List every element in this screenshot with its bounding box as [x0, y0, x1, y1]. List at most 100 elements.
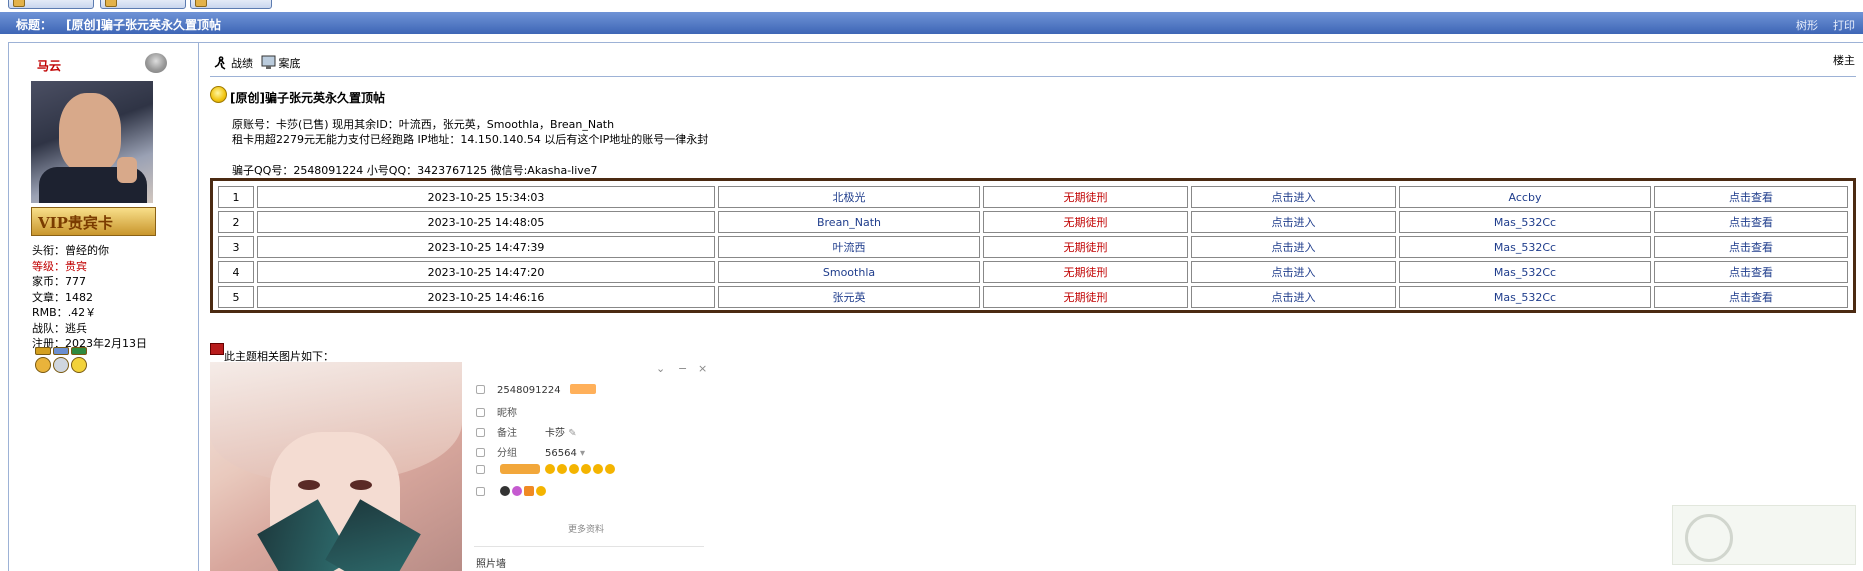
medal-icon — [53, 357, 69, 373]
record-view-link[interactable]: 点击查看 — [1654, 286, 1848, 308]
record-number: 2 — [218, 211, 254, 233]
username[interactable]: 马云 — [37, 57, 61, 74]
top-button-2[interactable] — [100, 0, 186, 9]
record-user-link[interactable]: Smoothla — [718, 261, 980, 283]
record-time: 2023-10-25 14:46:16 — [257, 286, 715, 308]
table-row: 2 2023-10-25 14:48:05 Brean_Nath 无期徒刑 点击进入 Ma… — [218, 211, 1848, 233]
records-grid: 1 2023-10-25 15:34:03 北极光 无期徒刑 点击进入 Accby 点击查看… — [215, 183, 1851, 311]
monitor-icon — [261, 55, 275, 69]
user-posts-row: 文章：1482 — [32, 290, 93, 304]
folder-icon — [13, 0, 25, 7]
gem-icon — [512, 486, 523, 496]
table-row: 3 2023-10-25 14:47:39 叶流西 无期徒刑 点击进入 Mas_532Cc… — [218, 236, 1848, 258]
minimize-icon: − — [678, 362, 688, 375]
record-user-link[interactable]: 北极光 — [718, 186, 980, 208]
note-icon — [476, 428, 485, 437]
user-coins-row: 家币：777 — [32, 275, 86, 288]
print-link[interactable]: 打印 — [1833, 17, 1855, 33]
record-time: 2023-10-25 14:47:39 — [257, 236, 715, 258]
record-number: 1 — [218, 186, 254, 208]
divider — [474, 546, 704, 547]
avatar — [31, 81, 153, 203]
star-icon — [593, 464, 604, 474]
qq-number-row: 2548091224 — [476, 384, 598, 396]
ban-records-table: 1 2023-10-25 15:34:03 北极光 无期徒刑 点击进入 Accby 点击查看… — [210, 178, 1856, 313]
user-rmb-row: RMB：.42￥ — [32, 306, 97, 319]
vip-card-badge: VIP贵宾卡 — [31, 207, 156, 236]
user-level-row: 等级：贵宾 — [32, 259, 87, 273]
smile-icon — [210, 86, 227, 103]
table-row: 4 2023-10-25 14:47:20 Smoothla 无期徒刑 点击进入 Mas_… — [218, 261, 1848, 283]
medal-icon — [35, 357, 51, 373]
qq-nickname-row: 昵称 — [476, 404, 545, 419]
record-view-link[interactable]: 点击查看 — [1654, 186, 1848, 208]
record-time: 2023-10-25 14:48:05 — [257, 211, 715, 233]
penguin-icon — [500, 486, 511, 496]
star-icon — [536, 486, 547, 496]
record-number: 4 — [218, 261, 254, 283]
photo-wall-label: 照片墙 — [476, 559, 506, 570]
art-eye — [298, 480, 320, 490]
record-sentence: 无期徒刑 — [983, 236, 1188, 258]
top-button-3[interactable] — [190, 0, 272, 9]
record-time: 2023-10-25 15:34:03 — [257, 186, 715, 208]
user-info-list: 头衔：曾经的你 等级：贵宾 家币：777 文章：1482 RMB：.42￥ 战队… — [32, 243, 147, 352]
divider — [210, 76, 1856, 77]
record-enter-link[interactable]: 点击进入 — [1191, 261, 1396, 283]
avatar-thumb — [117, 157, 137, 183]
avatar-face — [59, 93, 121, 173]
qq-group-row: 分组 56564 ▾ — [476, 444, 585, 459]
record-operator-link[interactable]: Mas_532Cc — [1399, 236, 1651, 258]
user-title-row: 头衔：曾经的你 — [32, 244, 109, 257]
record-enter-link[interactable]: 点击进入 — [1191, 236, 1396, 258]
medal-ribbon-icon — [53, 347, 69, 355]
watermark-emblem-icon — [1685, 514, 1733, 562]
record-view-link[interactable]: 点击查看 — [1654, 261, 1848, 283]
chevron-down-icon: ⌄ — [656, 362, 666, 375]
post-body: 原账号：卡莎(已售) 现用其余ID：叶流西，张元英，Smoothla，Brean… — [232, 117, 708, 147]
user-icon — [476, 408, 485, 417]
user-profile-panel: 马云 VIP贵宾卡 头衔：曾经的你 等级：贵宾 家币：777 文章：1482 R… — [8, 42, 199, 571]
qq-level-badge-icon — [569, 384, 596, 394]
case-record-link[interactable]: 案底 — [279, 57, 301, 70]
record-operator-link[interactable]: Accby — [1399, 186, 1651, 208]
sun-icon — [557, 464, 568, 474]
service-icon — [476, 487, 485, 496]
record-sentence: 无期徒刑 — [983, 261, 1188, 283]
record-operator-link[interactable]: Mas_532Cc — [1399, 286, 1651, 308]
record-enter-link[interactable]: 点击进入 — [1191, 211, 1396, 233]
table-row: 1 2023-10-25 15:34:03 北极光 无期徒刑 点击进入 Accby 点击查看 — [218, 186, 1848, 208]
attached-artwork-image[interactable] — [210, 362, 462, 571]
sun-icon — [569, 464, 580, 474]
tree-view-link[interactable]: 树形 — [1796, 17, 1818, 33]
record-view-link[interactable]: 点击查看 — [1654, 236, 1848, 258]
medal-ribbon-icon — [35, 347, 51, 355]
record-user-link[interactable]: Brean_Nath — [718, 211, 980, 233]
record-user-link[interactable]: 叶流西 — [718, 236, 980, 258]
qq-profile-screenshot[interactable]: ⌄ − × 2548091224 昵称 备注 卡莎 ✎ 分组 56564 ▾ 更多资… — [470, 362, 710, 571]
record-link[interactable]: 战绩 — [231, 57, 253, 70]
post-line-qq: 骗子QQ号：2548091224 小号QQ：3423767125 微信号:Aka… — [232, 164, 598, 177]
thread-title: [原创]骗子张元英永久置顶帖 — [66, 18, 221, 32]
record-enter-link[interactable]: 点击进入 — [1191, 186, 1396, 208]
medal-ribbon-icon — [71, 347, 87, 355]
record-operator-link[interactable]: Mas_532Cc — [1399, 211, 1651, 233]
card-icon — [524, 486, 535, 496]
record-time: 2023-10-25 14:47:20 — [257, 261, 715, 283]
top-button-1[interactable] — [8, 0, 94, 9]
post-toolbar: 战绩 案底 — [213, 55, 305, 71]
qq-service-row — [476, 486, 548, 498]
star-icon — [605, 464, 616, 474]
post-line-account: 原账号：卡莎(已售) 现用其余ID：叶流西，张元英，Smoothla，Brean… — [232, 118, 615, 131]
user-team-row: 战队：逃兵 — [32, 321, 87, 335]
record-view-link[interactable]: 点击查看 — [1654, 211, 1848, 233]
record-sentence: 无期徒刑 — [983, 286, 1188, 308]
record-user-link[interactable]: 张元英 — [718, 286, 980, 308]
group-icon — [476, 448, 485, 457]
caret-down-icon: ▾ — [580, 448, 586, 459]
record-sentence: 无期徒刑 — [983, 186, 1188, 208]
more-info-link[interactable]: 更多资料 — [568, 522, 604, 535]
record-enter-link[interactable]: 点击进入 — [1191, 286, 1396, 308]
record-operator-link[interactable]: Mas_532Cc — [1399, 261, 1651, 283]
record-number: 5 — [218, 286, 254, 308]
